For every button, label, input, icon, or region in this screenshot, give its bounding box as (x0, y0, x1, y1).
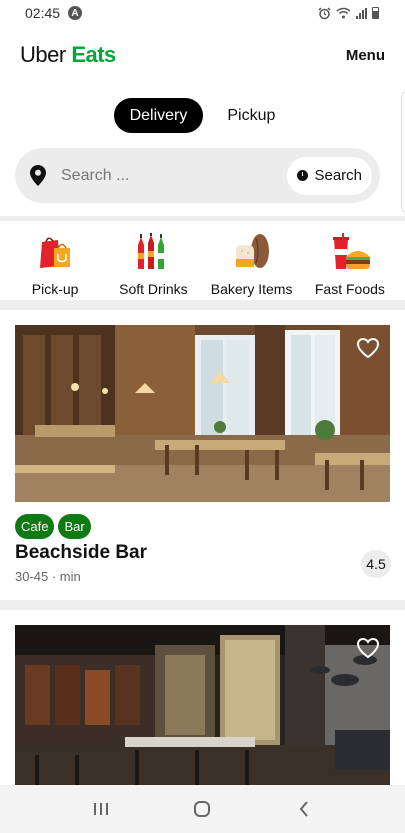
status-bar: 02:45 A (0, 0, 405, 26)
category-label: Fast Foods (314, 281, 385, 297)
search-button[interactable]: Search (287, 156, 372, 195)
restaurant-interior-image (15, 325, 390, 502)
tab-delivery[interactable]: Delivery (113, 98, 204, 133)
store-name[interactable]: Beachside Bar (15, 542, 147, 564)
store-image[interactable] (15, 325, 390, 502)
a-icon: A (68, 6, 83, 20)
rating-badge: 4.5 (361, 550, 391, 578)
store-tags: Cafe Bar (15, 514, 91, 539)
category-strip: Pick-up Soft Drinks Bakery Items Fast Fo… (0, 222, 405, 300)
bread-icon (232, 232, 272, 272)
burger-fries-icon (330, 232, 370, 272)
alarm-icon (318, 6, 331, 19)
category-label: Pick-up (31, 281, 79, 297)
soft-drink-bottles-icon (133, 232, 173, 272)
delivery-time: 30-45 · min (15, 569, 81, 584)
status-icons (318, 6, 379, 20)
tag-badge: Bar (58, 514, 91, 539)
app-header: Uber Eats Menu (0, 38, 405, 72)
tag-badge: Cafe (15, 514, 55, 539)
shopping-bags-icon (35, 232, 75, 272)
home-icon[interactable] (182, 789, 222, 829)
back-icon[interactable] (284, 789, 324, 829)
divider (0, 600, 405, 610)
favorite-heart-icon[interactable] (356, 637, 380, 659)
store-image[interactable] (15, 625, 390, 785)
system-navigation-bar (0, 785, 405, 833)
search-button-label: Search (314, 167, 362, 184)
wifi-icon (336, 7, 351, 19)
clock-icon (297, 170, 309, 181)
delivery-mode-toggle: Delivery Pickup (0, 98, 405, 133)
location-pin-icon[interactable] (29, 165, 47, 187)
divider (0, 216, 405, 221)
recent-apps-icon[interactable] (81, 789, 121, 829)
tab-pickup[interactable]: Pickup (211, 98, 291, 133)
battery-icon (372, 7, 379, 19)
category-label: Bakery Items (210, 281, 293, 297)
category-bakery-items[interactable]: Bakery Items (204, 222, 300, 300)
category-label: Soft Drinks (119, 281, 188, 297)
restaurant-interior-image (15, 625, 390, 785)
search-input[interactable] (61, 166, 288, 185)
status-time: 02:45 (25, 5, 61, 21)
menu-button[interactable]: Menu (346, 47, 385, 64)
search-bar: Search (15, 148, 380, 203)
uber-eats-logo: Uber Eats (20, 42, 116, 67)
divider (0, 300, 405, 310)
signal-icon (356, 7, 367, 19)
category-pick-up[interactable]: Pick-up (7, 222, 103, 300)
favorite-heart-icon[interactable] (356, 337, 380, 359)
category-soft-drinks[interactable]: Soft Drinks (105, 222, 201, 300)
category-fast-foods[interactable]: Fast Foods (302, 222, 398, 300)
